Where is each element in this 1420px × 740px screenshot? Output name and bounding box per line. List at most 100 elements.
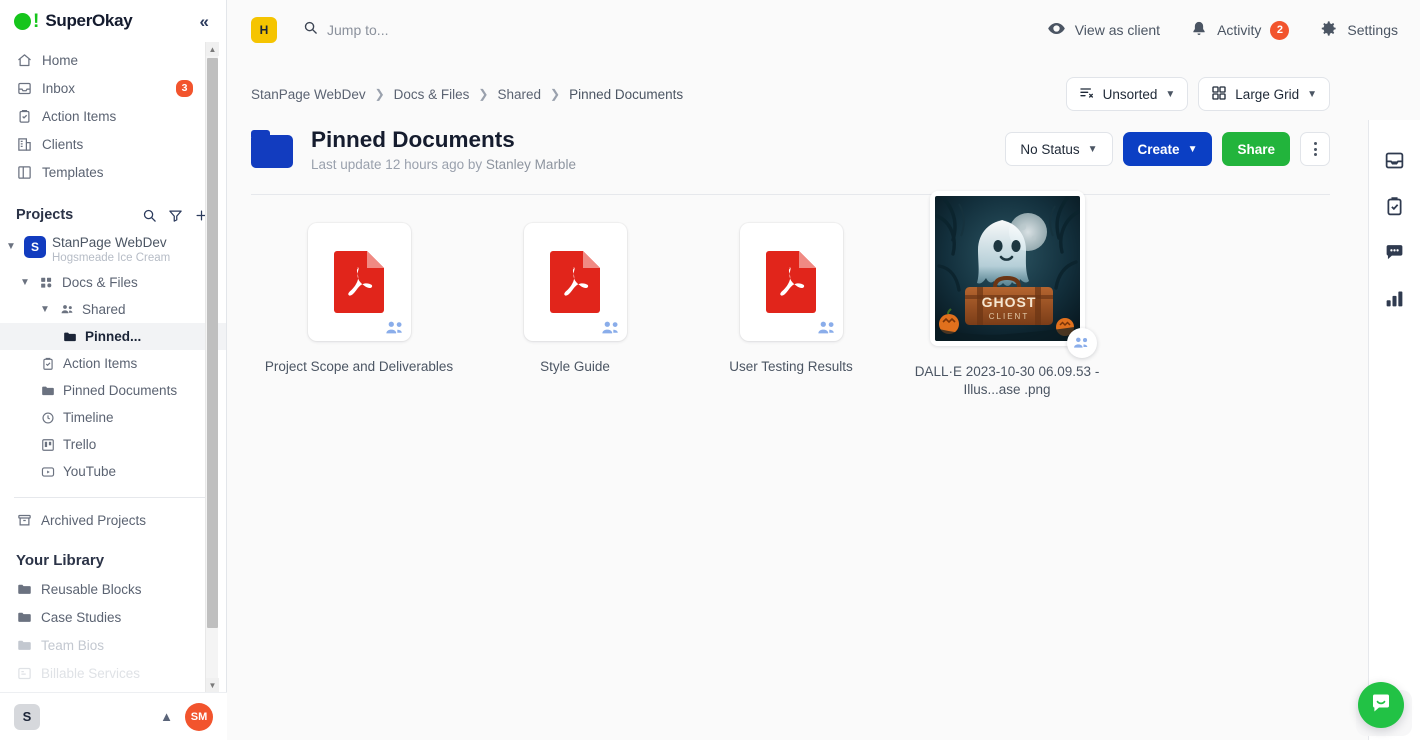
sidebar-item-reusable-blocks[interactable]: Reusable Blocks bbox=[0, 575, 226, 603]
sidebar-item-inbox[interactable]: Inbox 3 bbox=[0, 74, 226, 102]
tree-item-label: Trello bbox=[63, 437, 97, 452]
file-thumbnail bbox=[523, 223, 627, 341]
eye-icon bbox=[1047, 19, 1066, 41]
project-item-stanpage-webdev[interactable]: ▼ S StanPage WebDev Hogsmeade Ice Cream bbox=[0, 232, 226, 269]
share-button[interactable]: Share bbox=[1222, 132, 1290, 166]
archive-icon bbox=[16, 513, 32, 528]
file-thumbnail bbox=[307, 223, 411, 341]
file-card[interactable]: GHOST CLIENT DALL·E 2023-10-30 06.09.53 … bbox=[899, 191, 1115, 399]
sidebar-scrollbar[interactable]: ▲ ▼ bbox=[205, 42, 219, 692]
chevron-down-icon: ▼ bbox=[1307, 88, 1317, 100]
project-client: Hogsmeade Ice Cream bbox=[52, 252, 171, 264]
people-icon bbox=[59, 302, 75, 317]
bell-icon bbox=[1190, 20, 1208, 41]
scroll-down-icon[interactable]: ▼ bbox=[206, 678, 219, 692]
tree-item-youtube[interactable]: YouTube bbox=[0, 458, 226, 485]
tree-item-action-items[interactable]: Action Items bbox=[0, 350, 226, 377]
chevron-down-icon[interactable]: ▼ bbox=[18, 277, 32, 288]
file-name: Style Guide bbox=[540, 359, 610, 374]
workspace-badge[interactable]: H bbox=[251, 17, 277, 43]
create-label: Create bbox=[1137, 141, 1180, 157]
settings-button[interactable]: Settings bbox=[1319, 19, 1398, 41]
breadcrumb-row: StanPage WebDev ❯ Docs & Files ❯ Shared … bbox=[227, 60, 1420, 112]
breadcrumb-item[interactable]: Shared bbox=[497, 87, 541, 102]
shared-people-icon bbox=[817, 321, 837, 335]
file-name: Project Scope and Deliverables bbox=[264, 359, 454, 374]
sidebar-item-label: Archived Projects bbox=[41, 512, 147, 528]
chevron-right-icon: ❯ bbox=[550, 87, 561, 101]
sidebar-item-templates[interactable]: Templates bbox=[0, 158, 226, 186]
breadcrumb-item[interactable]: StanPage WebDev bbox=[251, 87, 366, 102]
shared-people-icon bbox=[1066, 328, 1097, 358]
inbox-icon bbox=[16, 80, 32, 96]
page-subtitle-prefix: Last update 12 hours ago by bbox=[311, 157, 483, 172]
sidebar-item-billable-services[interactable]: Billable Services bbox=[0, 659, 226, 687]
status-dropdown[interactable]: No Status ▼ bbox=[1005, 132, 1113, 166]
projects-title: Projects bbox=[16, 207, 74, 223]
chevron-up-icon[interactable]: ▲ bbox=[160, 709, 173, 724]
file-card[interactable]: Project Scope and Deliverables bbox=[251, 223, 467, 399]
sort-label: Unsorted bbox=[1102, 86, 1158, 102]
search-input[interactable]: Jump to... bbox=[303, 20, 388, 40]
workspace-switcher[interactable]: S bbox=[14, 703, 40, 730]
sidebar-item-label: Action Items bbox=[42, 108, 117, 124]
tree-item-label: Shared bbox=[82, 302, 126, 317]
chat-button[interactable] bbox=[1358, 682, 1404, 728]
folder-icon bbox=[62, 330, 78, 344]
comment-icon[interactable] bbox=[1383, 240, 1407, 264]
more-options-button[interactable] bbox=[1300, 132, 1330, 166]
breadcrumb: StanPage WebDev ❯ Docs & Files ❯ Shared … bbox=[251, 87, 1066, 102]
file-thumbnail-wrap bbox=[251, 223, 467, 341]
chevron-down-icon[interactable]: ▼ bbox=[4, 235, 18, 252]
tree-item-shared[interactable]: ▼ Shared bbox=[0, 296, 226, 323]
sidebar-item-case-studies[interactable]: Case Studies bbox=[0, 603, 226, 631]
chevrons-left-icon[interactable]: « bbox=[197, 11, 212, 32]
image-thumbnail: GHOST CLIENT bbox=[929, 191, 1097, 358]
clipboard-check-icon bbox=[16, 108, 32, 124]
sidebar-item-archived-projects[interactable]: Archived Projects bbox=[0, 506, 226, 534]
sidebar-item-team-bios[interactable]: Team Bios bbox=[0, 631, 226, 659]
file-card[interactable]: User Testing Results bbox=[683, 223, 899, 399]
tree-item-timeline[interactable]: Timeline bbox=[0, 404, 226, 431]
logo-exclamation-icon: ! bbox=[33, 10, 40, 32]
tree-item-pinned-active[interactable]: Pinned... bbox=[0, 323, 226, 350]
sidebar-item-home[interactable]: Home bbox=[0, 46, 226, 74]
svg-text:CLIENT: CLIENT bbox=[988, 312, 1028, 321]
filter-icon[interactable] bbox=[166, 206, 184, 224]
scroll-up-icon[interactable]: ▲ bbox=[206, 42, 219, 56]
view-as-client-button[interactable]: View as client bbox=[1047, 19, 1160, 41]
tree-item-label: Docs & Files bbox=[62, 275, 138, 290]
tree-item-docs-files[interactable]: ▼ Docs & Files bbox=[0, 269, 226, 296]
activity-button[interactable]: Activity 2 bbox=[1190, 20, 1290, 41]
view-mode-dropdown[interactable]: Large Grid ▼ bbox=[1198, 77, 1330, 111]
app-logo[interactable]: ! SuperOkay bbox=[14, 10, 133, 32]
sidebar-item-label: Clients bbox=[42, 136, 84, 152]
inbox-tray-icon[interactable] bbox=[1383, 148, 1407, 172]
breadcrumb-item-current: Pinned Documents bbox=[569, 86, 684, 102]
view-as-client-label: View as client bbox=[1074, 22, 1161, 38]
search-icon[interactable] bbox=[140, 206, 158, 224]
sidebar-item-clients[interactable]: Clients bbox=[0, 130, 226, 158]
scrollbar-thumb[interactable] bbox=[207, 58, 218, 628]
svg-text:GHOST: GHOST bbox=[981, 294, 1036, 310]
create-button[interactable]: Create ▼ bbox=[1122, 132, 1213, 166]
bar-chart-icon[interactable] bbox=[1383, 286, 1407, 310]
chevron-down-icon[interactable]: ▼ bbox=[38, 304, 52, 315]
grid-icon bbox=[1211, 85, 1227, 104]
avatar[interactable]: SM bbox=[185, 702, 213, 731]
tree-item-trello[interactable]: Trello bbox=[0, 431, 226, 458]
page-title-block: Pinned Documents Last update 12 hours ag… bbox=[311, 126, 1005, 172]
clipboard-check-icon[interactable] bbox=[1383, 194, 1407, 218]
file-card[interactable]: Style Guide bbox=[467, 223, 683, 399]
breadcrumb-item[interactable]: Docs & Files bbox=[394, 87, 470, 102]
trello-icon bbox=[40, 438, 56, 452]
sidebar-item-label: Templates bbox=[42, 164, 104, 180]
chevron-right-icon: ❯ bbox=[478, 87, 489, 101]
sidebar-item-action-items[interactable]: Action Items bbox=[0, 102, 226, 130]
logo-dot-icon bbox=[14, 12, 31, 30]
sort-dropdown[interactable]: Unsorted ▼ bbox=[1065, 77, 1189, 111]
right-rail bbox=[1368, 120, 1420, 740]
sidebar-item-label: Home bbox=[42, 52, 79, 68]
tree-item-label: YouTube bbox=[63, 464, 117, 479]
tree-item-pinned-documents[interactable]: Pinned Documents bbox=[0, 377, 226, 404]
